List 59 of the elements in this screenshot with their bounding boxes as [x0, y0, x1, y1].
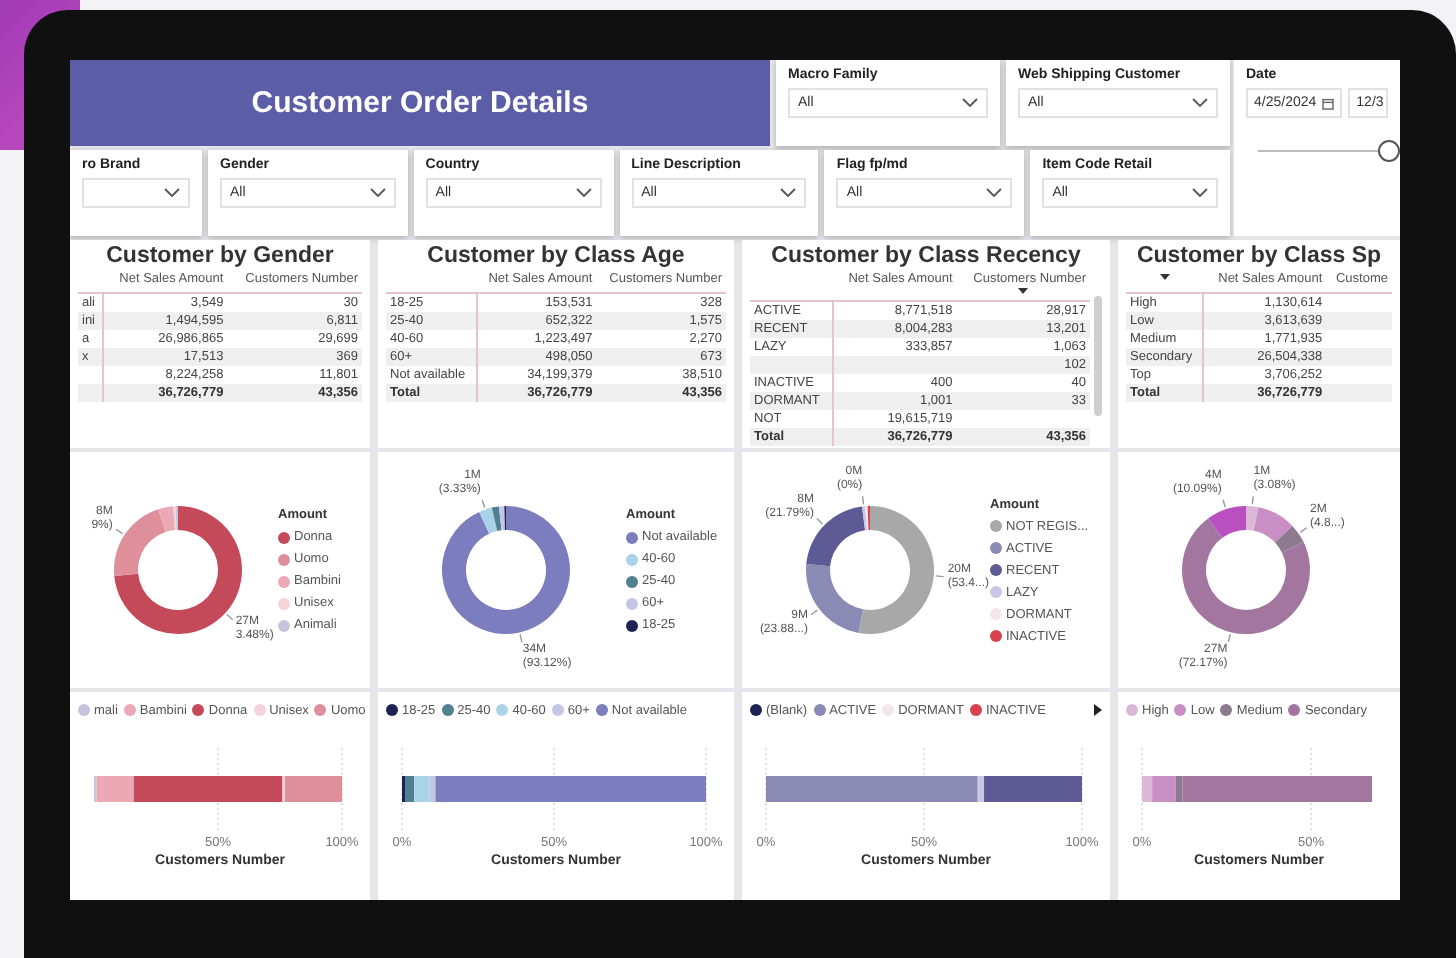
- grid-line: [341, 747, 343, 833]
- legend-dot: [386, 704, 398, 716]
- chevron-down-icon: [1191, 188, 1208, 198]
- legend-dot: [626, 553, 638, 565]
- legend-dot: [1126, 704, 1138, 716]
- legend-dot: [551, 704, 564, 716]
- next-page-icon[interactable]: [1094, 704, 1102, 716]
- legend-dot: [496, 704, 509, 716]
- legend-dot: [1174, 704, 1187, 716]
- legend-dot: [990, 586, 1002, 598]
- legend-dot: [990, 630, 1002, 642]
- legend-dot: [78, 704, 90, 716]
- sort-arrow-icon[interactable]: [1018, 288, 1029, 294]
- legend-dot: [882, 704, 895, 716]
- legend-dot: [278, 553, 290, 565]
- legend-dot: [595, 704, 608, 716]
- legend-dot: [123, 704, 136, 716]
- legend-dot: [990, 564, 1002, 576]
- legend-dot: [626, 531, 638, 543]
- card-title: Customer by Class Sp: [1134, 244, 1384, 268]
- calendar-icon: [1322, 97, 1335, 109]
- legend-dot: [626, 575, 638, 587]
- legend-dot: [192, 704, 205, 716]
- legend-dot: [278, 531, 290, 543]
- legend-dot: [750, 704, 762, 716]
- legend-dot: [441, 704, 454, 716]
- legend-dot: [626, 619, 638, 631]
- chevron-down-icon: [575, 188, 592, 198]
- legend-dot: [969, 704, 982, 716]
- grid-line: [705, 747, 707, 833]
- dashboard-title: Customer Order Details: [70, 60, 770, 146]
- legend-dot: [278, 575, 290, 587]
- chevron-down-icon: [369, 188, 386, 198]
- chevron-down-icon: [164, 188, 180, 198]
- legend-dot: [314, 704, 327, 716]
- sort-arrow-icon[interactable]: [1159, 274, 1170, 280]
- legend-dot: [990, 520, 1002, 532]
- legend-dot: [253, 704, 266, 716]
- grid-line: [765, 747, 767, 833]
- legend-dot: [626, 597, 638, 609]
- chevron-down-icon: [1192, 98, 1208, 108]
- chevron-down-icon: [962, 98, 978, 108]
- card-title: Customer by Gender: [104, 244, 336, 268]
- scrollbar[interactable]: [1094, 296, 1102, 416]
- grid-line: [1081, 747, 1083, 833]
- legend-dot: [990, 542, 1002, 554]
- legend-dot: [278, 619, 290, 631]
- card-title: Customer by Class Age: [425, 244, 687, 268]
- legend-dot: [813, 704, 826, 716]
- legend-dot: [278, 597, 290, 609]
- slider-handle[interactable]: [1378, 140, 1400, 162]
- legend-dot: [990, 608, 1002, 620]
- chevron-down-icon: [986, 188, 1003, 198]
- legend-dot: [1288, 704, 1301, 716]
- grid-line: [401, 747, 403, 833]
- grid-line: [1141, 747, 1143, 833]
- card-title: Customer by Class Recency: [769, 244, 1083, 268]
- legend-dot: [1220, 704, 1233, 716]
- chevron-down-icon: [780, 188, 797, 198]
